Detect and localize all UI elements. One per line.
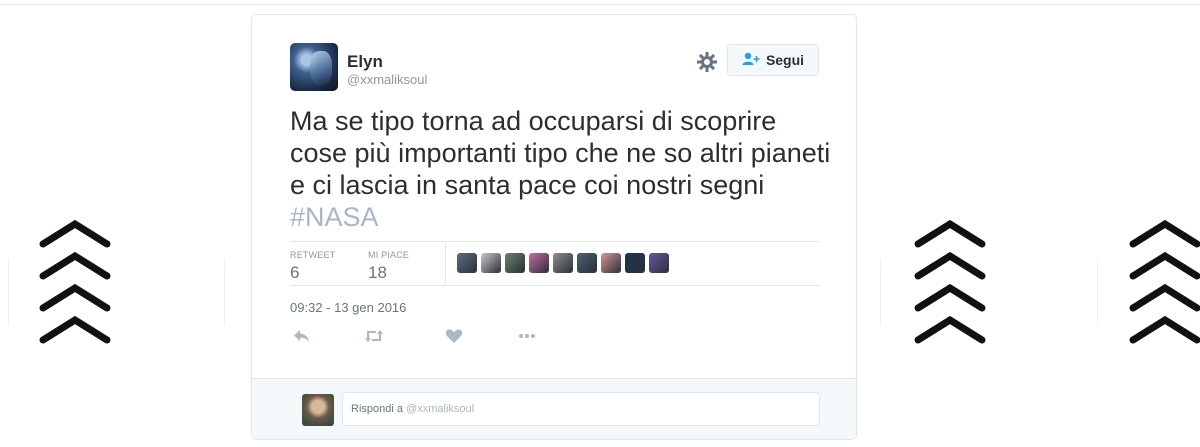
divider (290, 241, 820, 242)
follow-button[interactable]: Segui (727, 44, 819, 76)
reply-placeholder-prefix: Rispondi a (351, 403, 407, 415)
liker-avatar[interactable] (577, 253, 597, 273)
divider (445, 241, 446, 285)
current-user-avatar (302, 394, 334, 426)
liker-avatar[interactable] (649, 253, 669, 273)
likers-avatar-list (457, 253, 669, 273)
tweet-text-line: cose più importanti tipo che ne so altri… (290, 138, 831, 168)
liker-avatar[interactable] (505, 253, 525, 273)
decorative-line (224, 258, 225, 326)
like-icon[interactable] (444, 328, 464, 344)
liker-avatar[interactable] (601, 253, 621, 273)
chevron-stack-icon (910, 212, 990, 352)
hashtag-link[interactable]: #NASA (290, 201, 850, 233)
liker-avatar[interactable] (529, 253, 549, 273)
liker-avatar[interactable] (481, 253, 501, 273)
decorative-line (8, 258, 9, 326)
likes-stat-label[interactable]: MI PIACE (368, 250, 409, 260)
chevron-stack-icon (35, 212, 115, 352)
author-avatar[interactable] (290, 43, 338, 91)
reply-placeholder-handle: @xxmaliksoul (406, 403, 475, 415)
retweet-count[interactable]: 6 (290, 263, 299, 283)
tweet-text-line: Ma se tipo torna ad occuparsi di scoprir… (290, 106, 777, 136)
reply-input[interactable]: Rispondi a @xxmaliksoul (342, 392, 820, 426)
author-handle[interactable]: @xxmaliksoul (347, 72, 427, 87)
more-icon[interactable] (517, 328, 537, 344)
liker-avatar[interactable] (457, 253, 477, 273)
gear-icon[interactable] (695, 50, 719, 74)
likes-count[interactable]: 18 (368, 263, 387, 283)
chevron-stack-icon (1125, 212, 1200, 352)
liker-avatar[interactable] (553, 253, 573, 273)
tweet-text-line: e ci lascia in santa pace coi nostri seg… (290, 170, 765, 200)
author-name[interactable]: Elyn (347, 52, 383, 72)
tweet-text: Ma se tipo torna ad occuparsi di scoprir… (290, 105, 850, 233)
follow-user-icon (742, 52, 760, 69)
tweet-card: Elyn @xxmaliksoul Segui Ma se tipo torna… (251, 14, 857, 440)
reply-icon[interactable] (292, 328, 312, 344)
reply-composer: Rispondi a @xxmaliksoul (252, 378, 856, 439)
follow-label: Segui (765, 52, 805, 68)
divider (290, 285, 820, 286)
top-divider (0, 4, 1200, 5)
tweet-timestamp[interactable]: 09:32 - 13 gen 2016 (290, 300, 406, 315)
decorative-line (880, 258, 881, 326)
retweet-stat-label[interactable]: RETWEET (290, 250, 335, 260)
decorative-line (1097, 258, 1098, 326)
retweet-icon[interactable] (364, 328, 384, 344)
liker-avatar[interactable] (625, 253, 645, 273)
